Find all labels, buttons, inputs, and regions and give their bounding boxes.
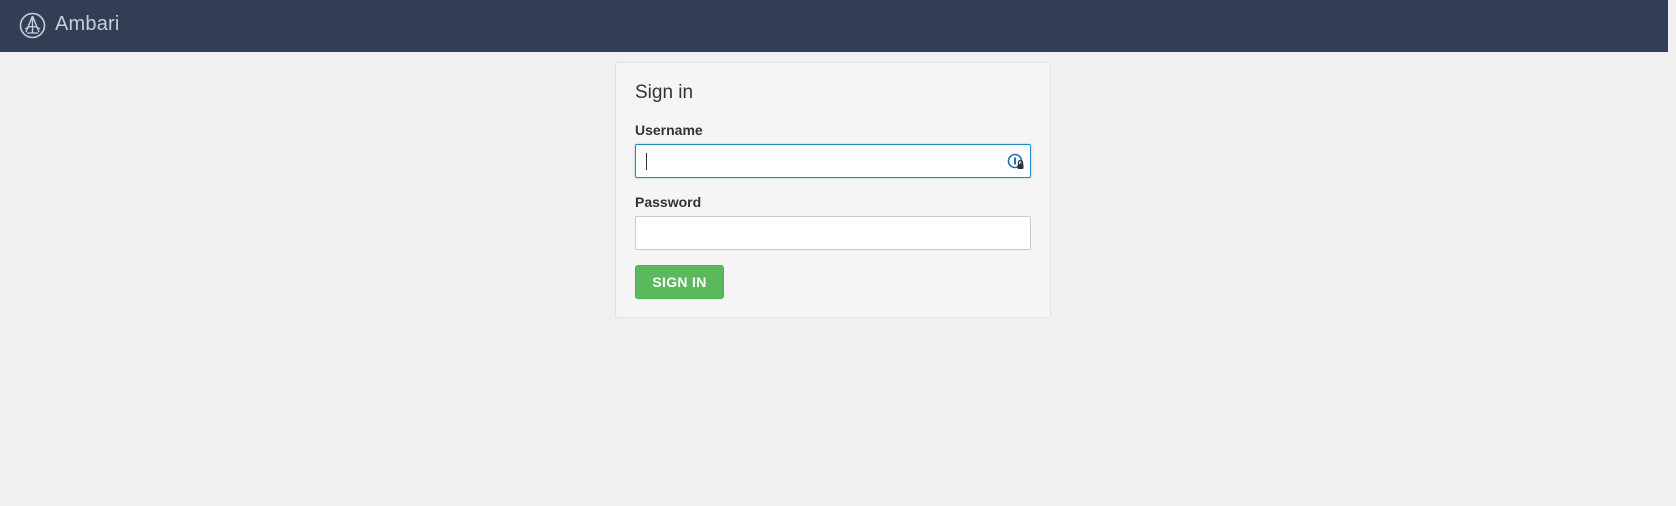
password-input[interactable]	[635, 216, 1031, 250]
sign-in-button[interactable]: SIGN IN	[635, 265, 724, 299]
top-navbar: Ambari	[0, 0, 1668, 52]
page-edge	[1668, 0, 1676, 506]
signin-card: Sign in Username Password SIGN IN	[615, 62, 1051, 318]
password-label: Password	[635, 194, 702, 210]
text-caret	[646, 153, 647, 170]
username-input[interactable]	[635, 144, 1031, 178]
ambari-logo-icon[interactable]	[19, 12, 46, 39]
brand-name[interactable]: Ambari	[55, 13, 120, 36]
username-label: Username	[635, 122, 703, 138]
signin-title: Sign in	[635, 82, 694, 103]
password-manager-icon[interactable]	[1007, 153, 1025, 171]
